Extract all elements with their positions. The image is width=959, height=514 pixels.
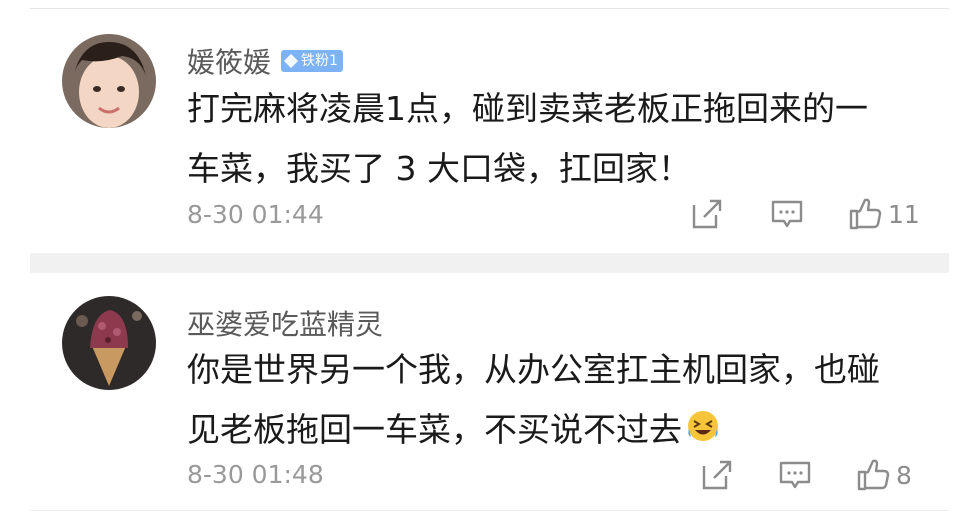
username[interactable]: 媛筱媛 — [187, 41, 271, 81]
comment-line: 见老板拖回一车菜，不买说不过去 — [187, 400, 917, 462]
avatar[interactable] — [62, 34, 156, 128]
like-count: 11 — [888, 199, 920, 229]
like-icon — [857, 459, 890, 491]
laugh-crying-emoji-icon — [686, 402, 720, 462]
timestamp: 8-30 01:48 — [187, 460, 324, 489]
bottom-divider — [30, 510, 949, 511]
timestamp: 8-30 01:44 — [187, 200, 324, 229]
comment-icon[interactable] — [770, 197, 804, 231]
comment-line: 车菜，我买了 3 大口袋，扛回家！ — [187, 149, 691, 188]
comment-icon[interactable] — [778, 458, 812, 492]
like-button[interactable]: 8 — [856, 458, 912, 492]
like-icon — [849, 198, 882, 230]
username[interactable]: 巫婆爱吃蓝精灵 — [187, 303, 383, 343]
fan-badge[interactable]: 铁粉1 — [281, 50, 343, 72]
comment-text: 打完麻将凌晨1点，碰到卖菜老板正拖回来的一 车菜，我买了 3 大口袋，扛回家！ — [187, 79, 917, 199]
comment-line: 你是世界另一个我，从办公室扛主机回家，也碰 — [187, 350, 880, 389]
section-separator — [30, 253, 949, 273]
top-divider — [30, 8, 949, 9]
comment-text: 你是世界另一个我，从办公室扛主机回家，也碰 见老板拖回一车菜，不买说不过去 — [187, 340, 917, 462]
comment-line-text: 见老板拖回一车菜，不买说不过去 — [187, 410, 682, 449]
like-button[interactable]: 11 — [848, 197, 920, 231]
badge-label: 铁粉1 — [301, 53, 338, 69]
share-icon[interactable] — [690, 197, 724, 231]
diamond-icon — [283, 53, 299, 69]
comment-line: 打完麻将凌晨1点，碰到卖菜老板正拖回来的一 — [187, 89, 868, 128]
avatar[interactable] — [62, 296, 156, 390]
share-icon[interactable] — [700, 458, 734, 492]
like-count: 8 — [896, 460, 912, 490]
